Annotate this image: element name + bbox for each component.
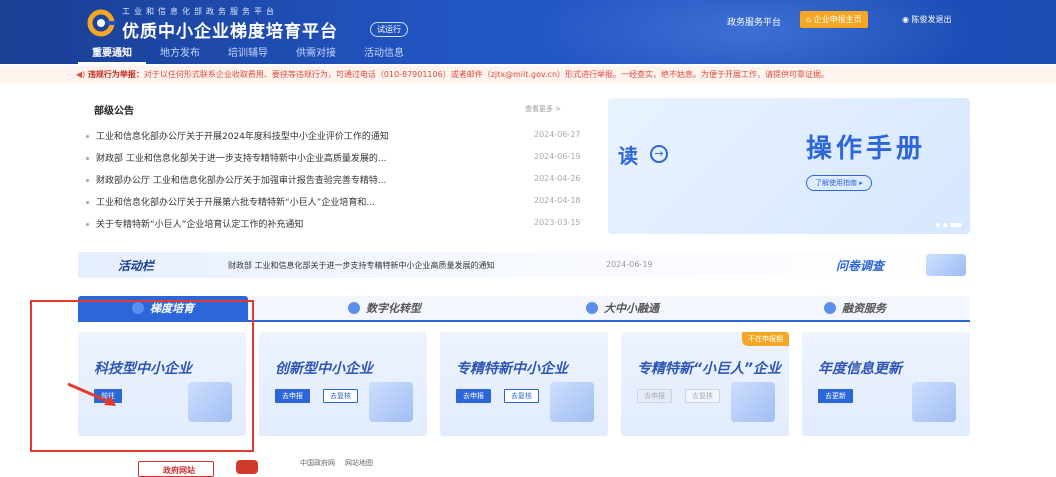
tab-label: 数字化转型 <box>366 302 421 315</box>
card-innovative-sme[interactable]: 创新型中小企业 去申报 去复核 <box>259 332 427 436</box>
card-little-giant[interactable]: 不在申报期 专精特新“小巨人”企业 去申报 去复核 <box>621 332 789 436</box>
footer-link-gov[interactable]: 中国政府网 <box>300 459 335 467</box>
footer-links: 中国政府网 网站地图 <box>300 458 383 468</box>
nav-tab-training[interactable]: 培训辅导 <box>214 44 282 64</box>
gov-service-link[interactable]: 政务服务平台 <box>727 15 781 28</box>
banner-left-text: 读 <box>618 144 638 168</box>
nav-tab-local[interactable]: 地方发布 <box>146 44 214 64</box>
ticker-text[interactable]: 财政部 工业和信息化部关于进一步支持专精特新中小企业高质量发展的通知 <box>228 260 495 271</box>
announcement-date: 2024-04-18 <box>534 196 581 205</box>
alert-text: 对于以任何形式联系企业收取费用、要挟等违规行为，可通过电话（010-879011… <box>143 70 830 79</box>
user-logout-link[interactable]: ◉ 陈俊发退出 <box>902 14 952 25</box>
announcement-date: 2024-06-27 <box>534 130 581 139</box>
card-annual-update[interactable]: 年度信息更新 去更新 <box>802 332 970 436</box>
tab-digital-transformation[interactable]: 数字化转型 <box>348 296 421 322</box>
nav-tab-supply[interactable]: 供需对接 <box>282 44 350 64</box>
announcement-item[interactable]: 工业和信息化部办公厅关于开展第六批专精特新“小巨人”企业培育和... 2024-0… <box>84 192 594 214</box>
bullet-icon <box>86 179 89 182</box>
tab-financing[interactable]: 融资服务 <box>824 296 886 322</box>
announcement-text: 关于专精特新“小巨人”企业培育认定工作的补充通知 <box>96 220 304 230</box>
carousel-dots[interactable] <box>933 220 963 227</box>
integration-icon <box>586 302 598 314</box>
manual-banner[interactable]: 读 → 操作手册 了解使用指南 ▸ <box>608 98 970 234</box>
bullet-icon <box>86 157 89 160</box>
arrow-right-icon: → <box>650 145 668 163</box>
announcement-item[interactable]: 工业和信息化部办公厅关于开展2024年度科技型中小企业评价工作的通知 2024-0… <box>84 126 594 148</box>
survey-link[interactable]: 问卷调查 <box>836 257 884 274</box>
review-button[interactable]: 去复核 <box>323 389 358 403</box>
enterprise-home-button[interactable]: ⌂ 企业申报主页 <box>800 11 868 28</box>
announcement-date: 2023-03-15 <box>534 218 581 227</box>
announcement-item[interactable]: 关于专精特新“小巨人”企业培育认定工作的补充通知 2023-03-15 <box>84 214 594 236</box>
bullet-icon <box>86 223 89 226</box>
pointer-arrow-icon <box>67 382 116 406</box>
announcement-text: 工业和信息化部办公厅关于开展第六批专精特新“小巨人”企业培育和... <box>96 198 375 208</box>
guide-button[interactable]: 了解使用指南 ▸ <box>806 175 872 191</box>
trial-badge: 试运行 <box>370 22 408 37</box>
banner-title: 操作手册 <box>806 134 927 164</box>
card-illustration-icon <box>731 382 775 422</box>
not-in-period-badge: 不在申报期 <box>742 332 789 346</box>
view-more-link[interactable]: 查看更多 > <box>525 104 561 114</box>
update-button[interactable]: 去更新 <box>818 389 853 403</box>
top-nav: 重要通知 地方发布 培训辅导 供需对接 活动信息 <box>78 44 418 64</box>
user-icon: ◉ <box>902 15 912 24</box>
review-button[interactable]: 去复核 <box>685 389 720 403</box>
carousel-dot[interactable] <box>943 223 947 227</box>
platform-subtitle: 工业和信息化部政务服务平台 <box>122 7 278 16</box>
review-button[interactable]: 去复核 <box>504 389 539 403</box>
announcement-title: 部级公告 <box>94 106 134 117</box>
home-button-label: 企业申报主页 <box>813 15 862 24</box>
survey-icon[interactable] <box>926 254 966 276</box>
nav-tab-notices[interactable]: 重要通知 <box>78 44 146 64</box>
carousel-dot[interactable] <box>936 223 940 227</box>
report-alert: ◀) 违规行为举报：对于以任何形式联系企业收取费用、要挟等违规行为，可通过电话（… <box>0 66 1056 83</box>
header-bar: 工业和信息化部政务服务平台 优质中小企业梯度培育平台 试运行 政务服务平台 ⌂ … <box>0 0 1056 64</box>
activity-ticker: 活动栏 财政部 工业和信息化部关于进一步支持专精特新中小企业高质量发展的通知 2… <box>78 252 970 278</box>
user-logout-label: 陈俊发退出 <box>911 15 952 24</box>
announcement-panel: 部级公告 查看更多 > 工业和信息化部办公厅关于开展2024年度科技型中小企业评… <box>78 98 598 238</box>
card-illustration-icon <box>369 382 413 422</box>
card-title: 年度信息更新 <box>818 361 902 377</box>
ticker-date: 2024-06-19 <box>606 260 653 269</box>
gov-website-logo[interactable]: 政府网站 <box>138 461 214 477</box>
card-illustration-icon <box>550 382 594 422</box>
alert-label: 违规行为举报： <box>87 70 144 79</box>
announcement-item[interactable]: 财政部办公厅 工业和信息化部办公厅关于加强审计报告查验完善专精特... 2024-… <box>84 170 594 192</box>
highlight-box <box>30 300 254 452</box>
announcement-date: 2024-04-26 <box>534 174 581 183</box>
card-title: 专精特新中小企业 <box>456 361 568 377</box>
footer: 政府网站 中国政府网 网站地图 <box>0 448 1056 477</box>
footer-link-sitemap[interactable]: 网站地图 <box>345 459 373 467</box>
home-icon: ⌂ <box>806 15 814 24</box>
bullet-icon <box>86 201 89 204</box>
platform-title: 优质中小企业梯度培育平台 <box>122 22 338 42</box>
card-illustration-icon <box>912 382 956 422</box>
card-specialized-sme[interactable]: 专精特新中小企业 去申报 去复核 <box>440 332 608 436</box>
financing-icon <box>824 302 836 314</box>
speaker-icon: ◀) <box>76 70 88 79</box>
apply-button[interactable]: 去申报 <box>456 389 491 403</box>
nav-tab-activity[interactable]: 活动信息 <box>350 44 418 64</box>
card-title: 专精特新“小巨人”企业 <box>637 361 782 377</box>
bullet-icon <box>86 135 89 138</box>
emblem-icon <box>236 460 258 474</box>
tab-label: 大中小融通 <box>604 302 659 315</box>
apply-button[interactable]: 去申报 <box>275 389 310 403</box>
tab-integration[interactable]: 大中小融通 <box>586 296 659 322</box>
announcement-text: 财政部 工业和信息化部关于进一步支持专精特新中小企业高质量发展的... <box>96 154 387 164</box>
digital-icon <box>348 302 360 314</box>
announcement-item[interactable]: 财政部 工业和信息化部关于进一步支持专精特新中小企业高质量发展的... 2024-… <box>84 148 594 170</box>
card-title: 创新型中小企业 <box>275 361 373 377</box>
announcement-date: 2024-06-19 <box>534 152 581 161</box>
carousel-dot-active[interactable] <box>950 223 962 227</box>
platform-logo-icon <box>87 9 116 37</box>
announcement-text: 工业和信息化部办公厅关于开展2024年度科技型中小企业评价工作的通知 <box>96 132 389 142</box>
tab-label: 融资服务 <box>842 302 886 315</box>
apply-button[interactable]: 去申报 <box>637 389 672 403</box>
ticker-label: 活动栏 <box>118 259 155 273</box>
announcement-list: 工业和信息化部办公厅关于开展2024年度科技型中小企业评价工作的通知 2024-0… <box>84 126 594 236</box>
announcement-text: 财政部办公厅 工业和信息化部办公厅关于加强审计报告查验完善专精特... <box>96 176 387 186</box>
